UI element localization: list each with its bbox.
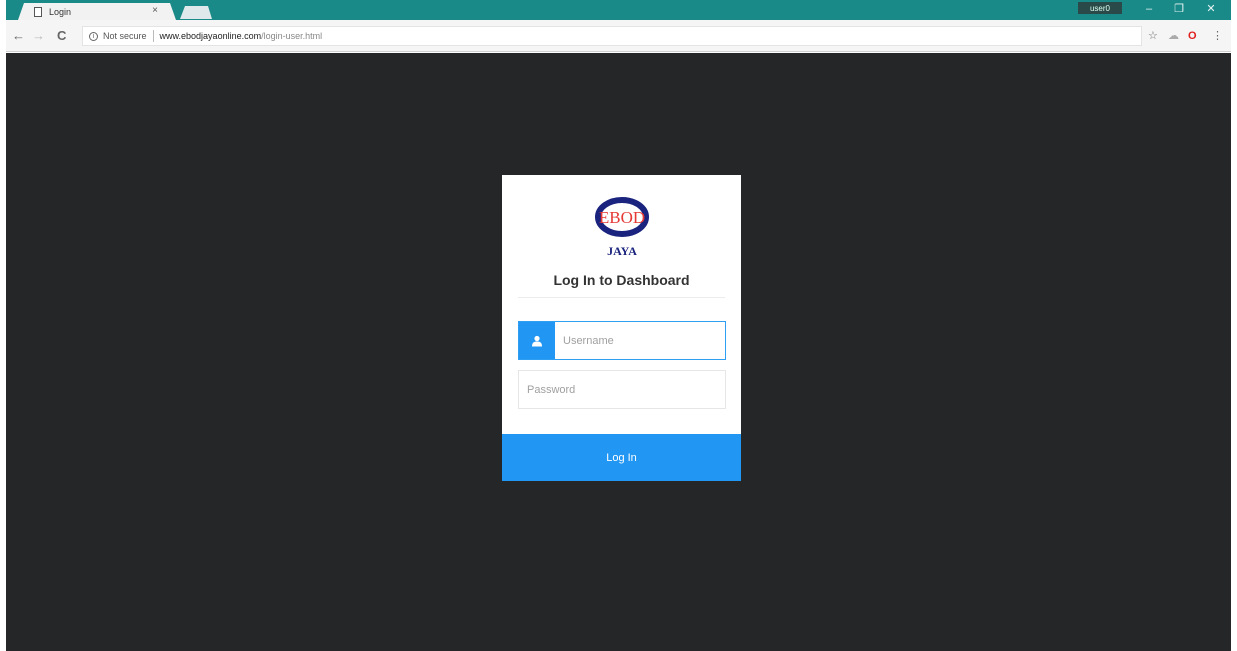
info-icon[interactable]: i: [89, 31, 98, 41]
tab-close-button[interactable]: ×: [152, 5, 158, 16]
user-icon: [519, 322, 555, 359]
menu-icon[interactable]: ⋮: [1212, 30, 1223, 42]
reload-icon[interactable]: C: [57, 29, 66, 43]
address-bar[interactable]: i Not secure www.ebodjayaonline.com /log…: [82, 26, 1142, 46]
logo-text-bottom: JAYA: [607, 244, 637, 258]
back-icon[interactable]: ←: [12, 29, 25, 43]
tab-strip: Login × user0 – ❐ ✕: [6, 0, 1231, 20]
profile-button[interactable]: user0: [1078, 2, 1122, 14]
bookmark-star-icon[interactable]: ☆: [1148, 30, 1158, 42]
page-viewport: EBOD JAYA Log In to Dashboard Log In: [6, 53, 1231, 651]
page-icon: [34, 6, 42, 17]
logo-text-top: EBOD: [599, 208, 645, 227]
new-tab-button[interactable]: [180, 6, 212, 19]
tab-title: Login: [49, 6, 72, 17]
tab-login[interactable]: Login ×: [18, 3, 176, 20]
login-title: Log In to Dashboard: [553, 272, 690, 288]
username-field-group: [518, 321, 726, 360]
forward-icon[interactable]: →: [32, 29, 45, 43]
login-button[interactable]: Log In: [502, 434, 741, 481]
password-input[interactable]: [519, 371, 725, 408]
ebod-jaya-logo: EBOD JAYA: [595, 197, 649, 258]
restore-button[interactable]: ❐: [1172, 3, 1186, 15]
username-input[interactable]: [555, 322, 725, 359]
password-field-group: [518, 370, 726, 409]
url-path: /login-user.html: [261, 31, 323, 41]
minimize-button[interactable]: –: [1142, 3, 1156, 15]
browser-window: Login × user0 – ❐ ✕ ← → C i Not secure w…: [6, 0, 1231, 651]
login-card: EBOD JAYA Log In to Dashboard Log In: [502, 175, 741, 481]
url-host: www.ebodjayaonline.com: [159, 31, 262, 41]
address-separator: [152, 30, 154, 42]
security-label: Not secure: [103, 31, 147, 41]
close-window-button[interactable]: ✕: [1204, 3, 1218, 15]
browser-toolbar: ← → C i Not secure www.ebodjayaonline.co…: [6, 20, 1231, 52]
title-divider: [518, 297, 725, 298]
extension-icon[interactable]: ☁: [1168, 30, 1179, 42]
opera-icon[interactable]: O: [1188, 30, 1197, 42]
